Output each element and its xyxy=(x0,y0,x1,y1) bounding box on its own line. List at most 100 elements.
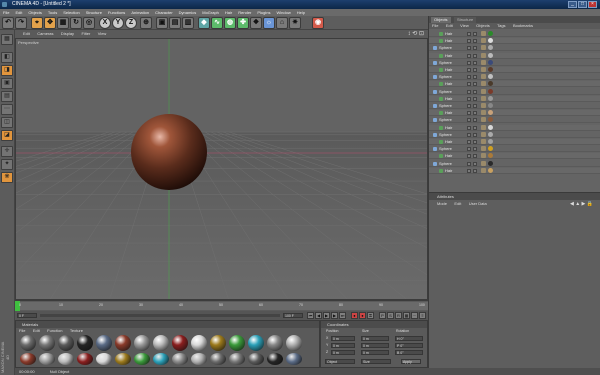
soft-selection-icon[interactable]: ❋ xyxy=(1,172,13,183)
visibility-toggle[interactable] xyxy=(467,75,471,80)
enable-toggle[interactable] xyxy=(473,104,477,108)
menu-structure[interactable]: Structure xyxy=(83,9,105,16)
materials-menu-function[interactable]: Function xyxy=(44,328,65,334)
object-row[interactable]: Sphere xyxy=(429,103,600,109)
tag-icon[interactable] xyxy=(481,59,486,65)
live-select-icon[interactable]: ◎ xyxy=(83,17,95,29)
menu-edit[interactable]: Edit xyxy=(12,9,25,16)
material-swatch[interactable] xyxy=(39,353,55,365)
enable-toggle[interactable] xyxy=(473,118,477,123)
object-row[interactable]: Sphere xyxy=(429,160,600,167)
spline-icon[interactable]: ∿ xyxy=(211,17,223,29)
enable-toggle[interactable] xyxy=(473,132,477,137)
tag-icon[interactable] xyxy=(481,31,486,36)
objects-menu-view[interactable]: View xyxy=(457,23,472,29)
coord-size-field[interactable]: 0 m xyxy=(361,350,389,355)
viewport-menu-display[interactable]: Display xyxy=(58,30,77,38)
material-tag-icon[interactable] xyxy=(488,52,493,58)
coord-rot-field[interactable]: H 0° xyxy=(395,336,423,341)
object-row[interactable]: Hair xyxy=(429,167,600,174)
material-swatch[interactable] xyxy=(115,353,131,365)
menu-character[interactable]: Character xyxy=(152,9,176,16)
object-row[interactable]: Sphere xyxy=(429,88,600,95)
move-tool-icon[interactable]: ✥ xyxy=(44,17,56,29)
material-swatch[interactable] xyxy=(20,353,36,365)
tag-icon[interactable] xyxy=(481,74,486,80)
material-swatch[interactable] xyxy=(39,335,55,351)
material-swatch[interactable] xyxy=(153,353,169,365)
attributes-menu-mode[interactable]: Mode xyxy=(429,200,450,207)
viewport-menu-view[interactable]: View xyxy=(95,30,110,38)
object-mode-icon[interactable]: ◨ xyxy=(1,65,13,76)
tag-icon[interactable] xyxy=(481,103,486,108)
menu-mograph[interactable]: MoGraph xyxy=(199,9,222,16)
enable-toggle[interactable] xyxy=(473,60,477,65)
coord-rot-field[interactable]: B 0° xyxy=(395,350,423,355)
point-level-icon[interactable]: ⋯ xyxy=(411,312,418,319)
material-tag-icon[interactable] xyxy=(488,160,493,166)
material-swatch[interactable] xyxy=(229,335,245,351)
visibility-toggle[interactable] xyxy=(467,82,471,87)
material-swatch[interactable] xyxy=(229,353,245,365)
menu-functions[interactable]: Functions xyxy=(105,9,128,16)
tag-icon[interactable] xyxy=(481,67,486,72)
param-key-icon[interactable]: ▦ xyxy=(403,312,410,319)
menu-dynamics[interactable]: Dynamics xyxy=(176,9,200,16)
object-name[interactable]: Sphere xyxy=(439,132,452,138)
x-axis-button[interactable]: X xyxy=(99,17,111,29)
cube-icon[interactable]: ◆ xyxy=(198,17,210,29)
next-key-icon[interactable]: ▶ xyxy=(331,312,338,319)
viewport-menu-filter[interactable]: Filter xyxy=(78,30,93,38)
visibility-toggle[interactable] xyxy=(467,125,471,130)
object-row[interactable]: Sphere xyxy=(429,117,600,124)
coordinate-system-icon[interactable]: ⊕ xyxy=(140,17,152,29)
object-name[interactable]: Sphere xyxy=(439,45,452,51)
objects-menu-tags[interactable]: Tags xyxy=(494,23,508,29)
object-name[interactable]: Hair xyxy=(445,31,452,37)
coord-mode-select[interactable]: Object xyxy=(325,359,355,364)
material-swatch[interactable] xyxy=(20,335,36,351)
y-axis-button[interactable]: Y xyxy=(112,17,124,29)
tag-icon[interactable] xyxy=(481,167,486,173)
tweak-mode-icon[interactable]: ✦ xyxy=(1,159,13,170)
visibility-toggle[interactable] xyxy=(467,118,471,123)
menu-hair[interactable]: Hair xyxy=(222,9,235,16)
autokey-icon[interactable]: ● xyxy=(359,312,366,319)
visibility-toggle[interactable] xyxy=(467,68,471,72)
materials-menu-file[interactable]: File xyxy=(16,328,28,334)
play-icon[interactable]: ▶ xyxy=(323,312,330,319)
object-row[interactable]: Hair xyxy=(429,38,600,45)
enable-toggle[interactable] xyxy=(473,82,477,87)
material-tag-icon[interactable] xyxy=(488,67,493,72)
visibility-toggle[interactable] xyxy=(467,168,471,173)
object-row[interactable]: Sphere xyxy=(429,59,600,66)
object-name[interactable]: Hair xyxy=(445,168,452,174)
material-swatch[interactable] xyxy=(77,335,93,351)
object-row[interactable]: Hair xyxy=(429,67,600,73)
objects-menu-file[interactable]: File xyxy=(429,23,441,29)
menu-objects[interactable]: Objects xyxy=(25,9,45,16)
object-name[interactable]: Sphere xyxy=(439,117,452,123)
visibility-toggle[interactable] xyxy=(467,32,471,36)
close-button[interactable]: × xyxy=(588,1,597,8)
material-tag-icon[interactable] xyxy=(488,103,493,108)
material-tag-icon[interactable] xyxy=(488,146,493,152)
object-name[interactable]: Hair xyxy=(445,53,452,59)
workplane-icon[interactable]: ▤ xyxy=(1,91,13,102)
record-icon[interactable]: ● xyxy=(351,312,358,319)
timeline-menu-icon[interactable]: ≡ xyxy=(419,312,426,319)
nurbs-icon[interactable]: ◍ xyxy=(224,17,236,29)
enable-toggle[interactable] xyxy=(473,154,477,159)
object-name[interactable]: Hair xyxy=(445,153,452,159)
object-name[interactable]: Hair xyxy=(445,67,452,73)
material-swatch[interactable] xyxy=(77,353,93,365)
material-swatch[interactable] xyxy=(96,353,112,365)
coord-rot-field[interactable]: P 0° xyxy=(395,343,423,348)
visibility-toggle[interactable] xyxy=(467,154,471,159)
tag-icon[interactable] xyxy=(481,139,486,144)
enable-toggle[interactable] xyxy=(473,140,477,144)
material-tag-icon[interactable] xyxy=(488,31,493,36)
tag-icon[interactable] xyxy=(481,131,486,137)
coord-pos-field[interactable]: 0 m xyxy=(331,336,355,341)
object-row[interactable]: Sphere xyxy=(429,146,600,153)
